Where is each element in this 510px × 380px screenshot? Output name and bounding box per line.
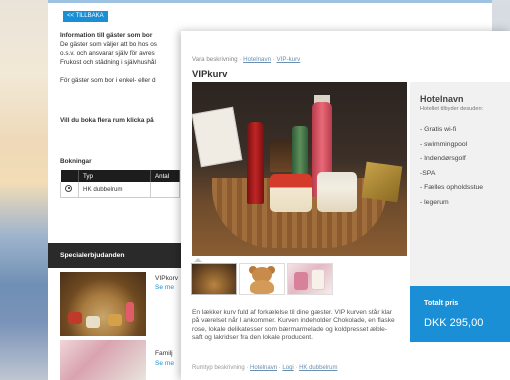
gift-item-shape	[294, 272, 308, 290]
footer-breadcrumb: Rumtyp beskrivning · Hotelnavn · Logi · …	[192, 365, 338, 371]
thumbnail-teddy[interactable]	[239, 263, 285, 295]
breadcrumb-link-product[interactable]: VIP-kurv	[277, 56, 301, 63]
footer-link-hotel[interactable]: Hotelnavn	[250, 365, 277, 371]
room-radio-button[interactable]	[65, 184, 72, 192]
info-heading: Information till gäster som bor	[60, 32, 153, 39]
list-item: -SPA	[420, 169, 436, 177]
bottle-shape	[126, 302, 134, 322]
product-detail-modal: Vara beskrivning · Hotelnavn · VIP-kurv …	[181, 31, 510, 380]
info-line: För gäster som bor i enkel- eller d	[60, 77, 156, 84]
hotel-subtitle: Hotellet tilbyder desuden:	[420, 106, 484, 112]
offer-image-family[interactable]	[60, 340, 146, 380]
info-line: Frukost och städning i självhushål	[60, 59, 156, 66]
info-spacer	[60, 67, 180, 76]
list-item: - Gratis wi-fi	[420, 126, 457, 133]
list-item: - Indendørsgolf	[420, 155, 466, 162]
table-cell-select[interactable]	[60, 182, 79, 198]
red-bottle-shape	[247, 122, 264, 204]
book-more-rooms-text: Vill du boka flera rum klicka på	[60, 117, 154, 124]
jam-jar-shape	[270, 174, 312, 212]
product-title: VIPkurv	[192, 69, 228, 80]
footer-link-lodging[interactable]: Logi	[282, 365, 293, 371]
table-header-row: Typ Antal	[60, 170, 180, 182]
offer-link-family[interactable]: Se me	[155, 360, 174, 367]
breadcrumb-link-hotel[interactable]: Hotelnavn	[243, 56, 271, 63]
jar-shape	[68, 312, 82, 324]
bookings-heading: Bokningar	[60, 158, 92, 165]
product-main-image	[192, 82, 407, 256]
list-item: - swimmingpool	[420, 140, 468, 148]
guest-info: Information till gäster som bor De gäste…	[60, 31, 180, 85]
amenities-list: - Gratis wi-fi - swimmingpool - Indendør…	[420, 126, 500, 213]
background-photo-left	[0, 0, 48, 380]
total-price-value: DKK 295,00	[424, 317, 484, 329]
thumbnail-basket[interactable]	[191, 263, 237, 295]
column-header-select	[60, 170, 79, 182]
offer-image-vip-basket[interactable]	[60, 272, 146, 336]
info-line: De gäster som väljer att bo hos os	[60, 41, 157, 48]
thumbnail-gift[interactable]	[287, 263, 333, 295]
jar-shape	[86, 316, 100, 328]
list-item: - legerum	[420, 198, 449, 206]
offer-link-vip[interactable]: Se me	[155, 284, 174, 291]
breadcrumb-prefix: Vara beskrivning	[192, 56, 238, 63]
table-cell-type: HK dubbelrum	[78, 182, 151, 198]
offer-title-family: Familj	[155, 350, 173, 357]
hotel-name: Hotelnavn	[420, 94, 464, 104]
jar-shape	[317, 172, 357, 212]
gift-item-shape	[311, 269, 325, 290]
special-offers-heading: Specialerbjudanden	[48, 243, 188, 268]
hotel-info-panel: Hotelnavn Hotellet tilbyder desuden: - G…	[410, 82, 510, 286]
caret-up-icon	[194, 258, 202, 262]
photo-card-shape	[192, 106, 243, 168]
breadcrumb: Vara beskrivning · Hotelnavn · VIP-kurv	[192, 56, 301, 63]
product-description: En lækker kurv fuld af forkælelse til di…	[192, 309, 395, 342]
jar-shape	[108, 314, 122, 326]
green-bottle-shape	[292, 126, 308, 178]
total-price-label: Totalt pris	[424, 298, 459, 307]
table-row[interactable]: HK dubbelrum	[60, 182, 180, 198]
teddy-body-shape	[250, 280, 274, 294]
list-item: - Fælles opholdsstue	[420, 184, 484, 191]
back-button[interactable]: << TILLBAKA	[63, 11, 108, 22]
offer-title-vip: VIPkorv	[155, 275, 179, 282]
gift-box-shape	[361, 161, 403, 203]
footer-link-room[interactable]: HK dubbelrum	[299, 365, 337, 371]
top-accent-bar	[48, 0, 492, 3]
info-line: o.s.v. och ansvarar själv för avres	[60, 50, 155, 57]
total-price-panel: Totalt pris DKK 295,00	[410, 286, 510, 342]
table-cell-count	[150, 182, 180, 198]
column-header-count: Antal	[150, 170, 180, 182]
bookings-table: Typ Antal HK dubbelrum	[60, 170, 180, 198]
footer-breadcrumb-prefix: Rumtyp beskrivning	[192, 365, 245, 371]
column-header-type: Typ	[78, 170, 151, 182]
